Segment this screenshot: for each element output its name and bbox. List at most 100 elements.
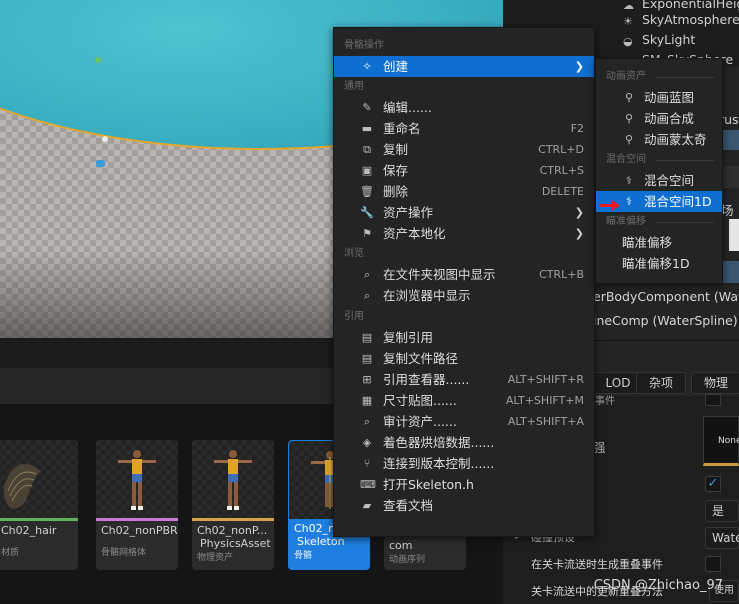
checkbox-checked[interactable]: ✓ xyxy=(705,476,721,492)
menu-item-audit[interactable]: ⌕ 审计资产...... ALT+SHIFT+A xyxy=(334,411,594,432)
label-generate-overlap: 在关卡流送时生成重叠事件 xyxy=(531,558,663,571)
menu-item-create[interactable]: ✧ 创建 ❯ xyxy=(334,56,594,77)
blend-space-1d-icon: ⚕ xyxy=(626,195,632,208)
component-spline[interactable]: ineComp (WaterSpline) xyxy=(593,313,738,328)
create-submenu: 动画资产 ⚲ 动画蓝图 ⚲ 动画合成 ⚲ 动画蒙太奇 混合空间 ⚕ 混合空间 ⚕ 混合空… xyxy=(595,58,723,284)
section-header: 浏览 xyxy=(344,248,364,259)
tab-misc[interactable]: 杂项 xyxy=(636,372,686,394)
spline-point-icon[interactable] xyxy=(102,136,108,142)
menu-item-source-control[interactable]: ⑂ 连接到版本控制...... xyxy=(334,453,594,474)
anim-montage-icon: ⚲ xyxy=(624,133,634,146)
submenu-item-anim-blueprint[interactable]: ⚲ 动画蓝图 xyxy=(596,87,722,108)
tab-physics[interactable]: 物理 xyxy=(691,372,739,394)
checkbox-generate-overlap[interactable] xyxy=(705,556,721,572)
menu-item-shader-data[interactable]: ◈ 着色器烘焙数据...... xyxy=(334,432,594,453)
code-icon: ⌨ xyxy=(360,478,376,491)
asset-name-line2: PhysicsAsset xyxy=(200,537,271,550)
skylight-icon: ◒ xyxy=(623,35,633,48)
submenu-item-aim-offset[interactable]: 瞄准偏移 xyxy=(596,232,722,253)
menu-item-open-header[interactable]: ⌨ 打开Skeleton.h xyxy=(334,474,594,495)
submenu-item-blend-space[interactable]: ⚕ 混合空间 xyxy=(596,170,722,191)
swatch xyxy=(729,219,739,251)
asset-thumbnail xyxy=(0,440,78,518)
label-partial: 事件 xyxy=(595,396,615,407)
section-header: 骨骼操作 xyxy=(344,40,384,51)
asset-type: 骨骼 xyxy=(294,551,313,561)
collision-preset-dropdown[interactable]: Water xyxy=(705,527,739,549)
docs-icon: ▰ xyxy=(362,499,372,512)
asset-name: Ch02_hair xyxy=(1,524,57,537)
source-control-icon: ⑂ xyxy=(363,457,371,470)
menu-item-copy-path[interactable]: ▤ 复制文件路径 xyxy=(334,348,594,369)
material-slot[interactable]: None xyxy=(703,416,739,466)
material-none-label: None xyxy=(718,436,739,446)
section-header: 动画资产 xyxy=(596,67,722,87)
fog-icon: ☁ xyxy=(623,0,634,12)
rename-icon: ▬ xyxy=(361,122,373,135)
blend-space-icon: ⚕ xyxy=(626,174,632,187)
value-dropdown[interactable]: 是 xyxy=(705,500,739,522)
folder-search-icon: ⌕ xyxy=(363,268,371,281)
asset-thumbnail xyxy=(96,440,178,518)
submenu-item-anim-montage[interactable]: ⚲ 动画蒙太奇 xyxy=(596,129,722,150)
save-icon: ▣ xyxy=(361,164,373,177)
section-header: 引用 xyxy=(344,311,364,322)
copy-reference-icon: ▤ xyxy=(361,331,373,344)
menu-item-edit[interactable]: ✎ 编辑...... xyxy=(334,97,594,118)
create-icon: ✧ xyxy=(362,60,372,73)
menu-item-copy-reference[interactable]: ▤ 复制引用 xyxy=(334,327,594,348)
sky-icon: ☀ xyxy=(623,15,633,28)
browser-search-icon: ⌕ xyxy=(363,289,371,302)
separator xyxy=(656,77,714,78)
menu-item-size-map[interactable]: ▦ 尺寸贴图...... ALT+SHIFT+M xyxy=(334,390,594,411)
asset-type: 物理资产 xyxy=(197,553,234,563)
character-icon xyxy=(214,450,252,510)
reference-viewer-icon: ⊞ xyxy=(362,373,372,386)
checkbox[interactable] xyxy=(705,394,721,406)
character-icon xyxy=(118,450,156,510)
shader-icon: ◈ xyxy=(362,436,372,449)
hair-icon xyxy=(3,463,42,509)
section-header: 瞄准偏移 xyxy=(596,212,722,232)
edit-icon: ✎ xyxy=(362,101,372,114)
context-menu: 骨骼操作 ✧ 创建 ❯ 通用 ✎ 编辑...... ▬ 重命名 F2 ⧉ 复制 CTRL+… xyxy=(333,27,595,537)
wrench-icon: 🔧 xyxy=(360,206,374,219)
submenu-item-aim-offset-1d[interactable]: 瞄准偏移1D xyxy=(596,253,722,274)
copy-path-icon: ▤ xyxy=(361,352,373,365)
chevron-right-icon: ❯ xyxy=(574,60,584,73)
menu-item-asset-localization[interactable]: ⚑ 资产本地化 ❯ xyxy=(334,223,594,244)
menu-item-show-in-browser[interactable]: ⌕ 在浏览器中显示 xyxy=(334,285,594,306)
section-header: 混合空间 xyxy=(596,150,722,170)
menu-item-duplicate[interactable]: ⧉ 复制 CTRL+D xyxy=(334,139,594,160)
separator xyxy=(656,160,714,161)
menu-item-save[interactable]: ▣ 保存 CTRL+S xyxy=(334,160,594,181)
asset-type: 材质 xyxy=(1,548,20,558)
menu-item-rename[interactable]: ▬ 重命名 F2 xyxy=(334,118,594,139)
anim-blueprint-icon: ⚲ xyxy=(624,91,634,104)
separator xyxy=(656,222,714,223)
component-water-body[interactable]: erBodyComponent (WaterB xyxy=(593,289,739,304)
asset-name: Ch02_nonPBR xyxy=(101,524,178,537)
size-map-icon: ▦ xyxy=(361,394,373,407)
chevron-right-icon: ❯ xyxy=(574,227,584,240)
asset-type: 骨骼网格体 xyxy=(101,548,147,558)
actor-marker-icon[interactable] xyxy=(96,160,105,167)
asset-tile[interactable]: Ch02_nonP... PhysicsAsset 物理资产 xyxy=(192,440,274,570)
red-arrow-icon xyxy=(600,196,620,211)
asset-name: Ch02_nonP... xyxy=(197,524,268,537)
submenu-item-blend-space-1d[interactable]: ⚕ 混合空间1D xyxy=(596,191,722,212)
section-header: 通用 xyxy=(344,81,364,92)
menu-item-reference-viewer[interactable]: ⊞ 引用查看器...... ALT+SHIFT+R xyxy=(334,369,594,390)
asset-tile[interactable]: Ch02_hair 材质 xyxy=(0,440,78,570)
asset-tile[interactable]: Ch02_nonPBR 骨骼网格体 xyxy=(96,440,178,570)
menu-item-show-in-folder[interactable]: ⌕ 在文件夹视图中显示 CTRL+B xyxy=(334,264,594,285)
menu-item-delete[interactable]: 🗑 删除 DELETE xyxy=(334,181,594,202)
spline-point-icon[interactable] xyxy=(95,57,101,63)
asset-type: 动画序列 xyxy=(389,555,426,565)
delete-icon: 🗑 xyxy=(360,185,374,198)
menu-item-asset-actions[interactable]: 🔧 资产操作 ❯ xyxy=(334,202,594,223)
audit-icon: ⌕ xyxy=(363,415,371,428)
chevron-right-icon: ❯ xyxy=(574,206,584,219)
submenu-item-anim-composite[interactable]: ⚲ 动画合成 xyxy=(596,108,722,129)
menu-item-view-docs[interactable]: ▰ 查看文档 xyxy=(334,495,594,516)
